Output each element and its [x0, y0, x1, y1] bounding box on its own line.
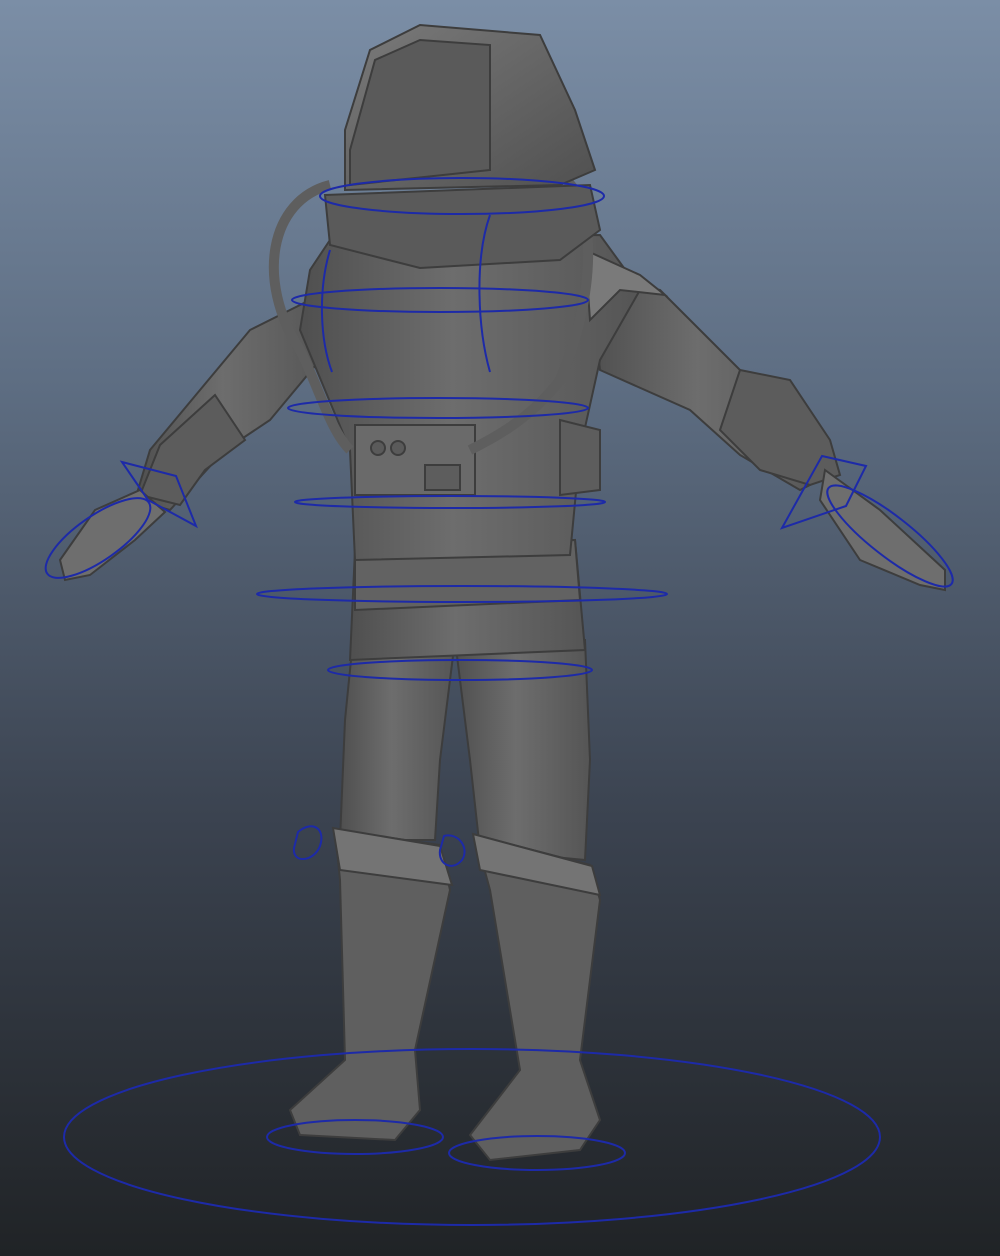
- side-canister: [559, 418, 601, 497]
- 3d-viewport[interactable]: [0, 0, 1000, 1256]
- leg-right[interactable]: [453, 639, 592, 862]
- knee-pole-left[interactable]: [292, 825, 323, 860]
- chest-panel: [424, 464, 461, 491]
- chest-button-1: [370, 440, 386, 456]
- chest-button-2: [390, 440, 406, 456]
- character-mesh[interactable]: [58, 23, 946, 1162]
- scene[interactable]: [0, 0, 1000, 1256]
- hand-right[interactable]: [818, 468, 946, 592]
- cuff-right[interactable]: [718, 368, 842, 487]
